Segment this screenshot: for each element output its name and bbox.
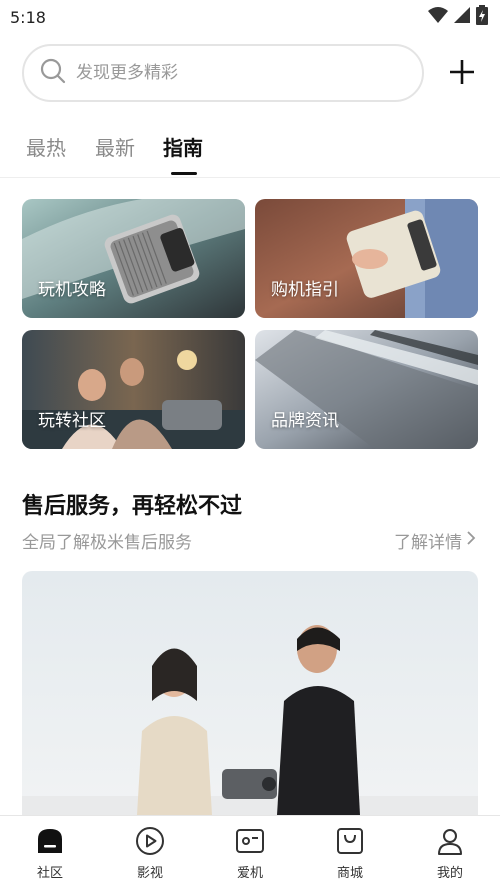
tab-indicator: [171, 172, 197, 175]
card-image-carry: [255, 199, 478, 318]
chevron-right-icon: [466, 530, 476, 551]
home-icon: [35, 826, 65, 856]
search-row: [0, 44, 500, 102]
add-button[interactable]: [444, 56, 480, 92]
shopping-bag-icon: [335, 826, 365, 856]
service-subtitle: 全局了解极米售后服务: [22, 533, 192, 553]
guide-card-label: 购机指引: [271, 280, 339, 300]
battery-icon: [476, 5, 488, 29]
guide-card-community[interactable]: 玩转社区: [22, 330, 245, 449]
guide-card-tips[interactable]: 玩机攻略: [22, 199, 245, 318]
status-time: 5:18: [10, 7, 46, 27]
tab-guide[interactable]: 指南: [163, 132, 203, 161]
tab-hot[interactable]: 最热: [26, 132, 66, 161]
more-link-label: 了解详情: [394, 533, 462, 553]
banner-image-service-staff: [22, 571, 478, 815]
nav-item-my-device[interactable]: 爱机: [200, 816, 300, 888]
nav-label: 商城: [336, 866, 363, 881]
guide-card-label: 玩转社区: [38, 411, 106, 431]
search-icon: [40, 58, 66, 88]
nav-item-video[interactable]: 影视: [100, 816, 200, 888]
guide-card-label: 玩机攻略: [38, 280, 106, 300]
card-image-device: [255, 330, 478, 449]
guide-card-label: 品牌资讯: [271, 411, 339, 431]
guide-card-buying[interactable]: 购机指引: [255, 199, 478, 318]
search-input[interactable]: [76, 63, 376, 83]
nav-item-profile[interactable]: 我的: [400, 816, 500, 888]
tab-latest[interactable]: 最新: [95, 132, 135, 161]
nav-item-shop[interactable]: 商城: [300, 816, 400, 888]
nav-item-community[interactable]: 社区: [0, 816, 100, 888]
nav-label: 爱机: [236, 866, 263, 881]
service-banner[interactable]: [22, 571, 478, 815]
nav-label: 我的: [436, 866, 463, 881]
service-title: 售后服务，再轻松不过: [22, 494, 243, 519]
app-screen: 5:18 发现更多精彩 最热 最新 指南 玩机攻略 购机指引 玩转社区 品牌资讯…: [0, 0, 500, 888]
service-more-link[interactable]: 了解详情: [394, 528, 476, 553]
signal-icon: [454, 7, 470, 27]
profile-icon: [435, 826, 465, 856]
status-icons: [428, 5, 488, 29]
nav-label: 影视: [136, 866, 163, 881]
card-image-family: [22, 330, 245, 449]
plus-icon: [448, 58, 476, 90]
nav-label: 社区: [36, 866, 63, 881]
bottom-nav: 社区 影视 爱机 商城 我的: [0, 815, 500, 888]
play-icon: [135, 826, 165, 856]
search-box[interactable]: [22, 44, 424, 102]
guide-card-news[interactable]: 品牌资讯: [255, 330, 478, 449]
device-icon: [235, 826, 265, 856]
wifi-icon: [428, 7, 448, 27]
status-bar: 5:18: [0, 0, 500, 34]
tab-bar: 最热 最新 指南: [0, 126, 500, 178]
card-image-projector: [22, 199, 245, 318]
